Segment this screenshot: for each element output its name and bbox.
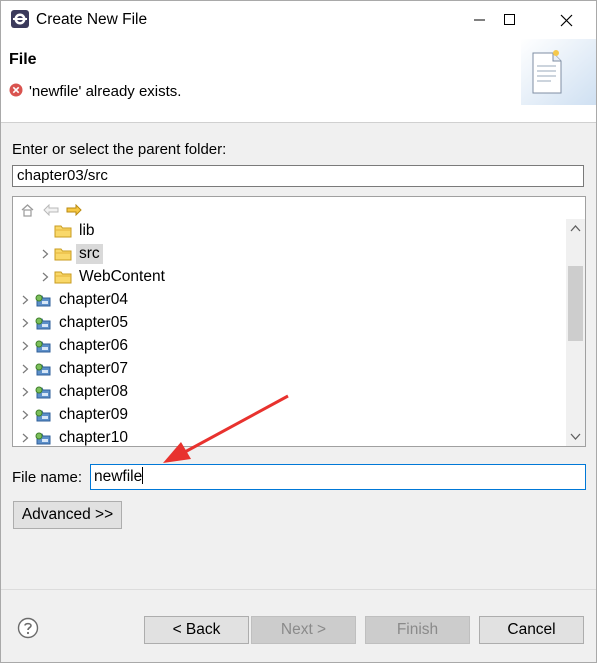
project-icon bbox=[34, 315, 52, 331]
close-icon bbox=[560, 14, 572, 26]
error-icon bbox=[9, 83, 23, 97]
next-button[interactable]: Next > bbox=[251, 616, 356, 644]
new-file-wizard-icon bbox=[521, 39, 596, 105]
maximize-button[interactable] bbox=[487, 1, 533, 39]
tree-item-chapter06[interactable]: chapter06 bbox=[20, 334, 131, 357]
tree-item-chapter07[interactable]: chapter07 bbox=[20, 357, 131, 380]
tree-item-label: chapter09 bbox=[59, 405, 128, 423]
chevron-right-icon[interactable] bbox=[40, 272, 50, 282]
project-icon bbox=[34, 361, 52, 377]
home-icon bbox=[21, 203, 34, 217]
tree-item-chapter09[interactable]: chapter09 bbox=[20, 403, 131, 426]
eclipse-app-icon bbox=[11, 10, 29, 28]
tree-item-label: chapter07 bbox=[59, 359, 128, 377]
create-new-file-dialog: Create New File File 'newfile' already e… bbox=[0, 0, 597, 663]
tree-item-label: chapter05 bbox=[59, 313, 128, 331]
finish-button[interactable]: Finish bbox=[365, 616, 470, 644]
error-message: 'newfile' already exists. bbox=[29, 83, 182, 100]
text-caret bbox=[142, 467, 144, 484]
tree-item-label: chapter04 bbox=[59, 290, 128, 308]
back-nav-button[interactable] bbox=[42, 202, 59, 219]
file-name-value: newfile bbox=[94, 468, 143, 485]
project-icon bbox=[34, 384, 52, 400]
tree-scrollbar[interactable] bbox=[566, 219, 585, 446]
file-name-input[interactable]: newfile bbox=[90, 464, 586, 490]
scroll-up-button[interactable] bbox=[566, 219, 585, 237]
chevron-right-icon[interactable] bbox=[20, 318, 30, 328]
folder-icon bbox=[54, 269, 72, 285]
forward-nav-button[interactable] bbox=[65, 202, 82, 219]
back-button[interactable]: < Back bbox=[144, 616, 249, 644]
cancel-button[interactable]: Cancel bbox=[479, 616, 584, 644]
chevron-right-icon[interactable] bbox=[20, 295, 30, 305]
chevron-right-icon[interactable] bbox=[20, 387, 30, 397]
chevron-right-icon[interactable] bbox=[20, 364, 30, 374]
chevron-down-icon bbox=[570, 433, 581, 440]
parent-folder-input[interactable]: chapter03/src bbox=[12, 165, 584, 187]
home-button[interactable] bbox=[19, 202, 36, 219]
scroll-thumb[interactable] bbox=[568, 266, 583, 341]
tree-item-label: WebContent bbox=[79, 267, 165, 285]
chevron-right-icon[interactable] bbox=[20, 433, 30, 443]
tree-item-label: lib bbox=[79, 221, 95, 239]
project-icon bbox=[34, 407, 52, 423]
help-icon[interactable] bbox=[17, 617, 39, 639]
advanced-button[interactable]: Advanced >> bbox=[13, 501, 122, 529]
scroll-down-button[interactable] bbox=[566, 428, 585, 446]
dialog-banner: File 'newfile' already exists. bbox=[1, 39, 596, 123]
tree-item-label: src bbox=[76, 243, 103, 264]
folder-icon bbox=[54, 246, 72, 262]
folder-icon bbox=[54, 223, 72, 239]
tree-item-chapter08[interactable]: chapter08 bbox=[20, 380, 131, 403]
chevron-up-icon bbox=[570, 225, 581, 232]
title-bar: Create New File bbox=[1, 1, 596, 39]
chevron-right-icon[interactable] bbox=[20, 341, 30, 351]
folder-tree[interactable]: lib src WebContent chapter04 chapter05 chapte… bbox=[12, 196, 586, 447]
tree-item-chapter05[interactable]: chapter05 bbox=[20, 311, 131, 334]
window-title: Create New File bbox=[36, 11, 148, 28]
tree-item-chapter10[interactable]: chapter10 bbox=[20, 426, 131, 446]
chevron-right-icon[interactable] bbox=[20, 410, 30, 420]
tree-item-src[interactable]: src bbox=[40, 242, 103, 265]
banner-title: File bbox=[9, 51, 37, 68]
back-arrow-icon bbox=[42, 204, 58, 216]
tree-item-label: chapter06 bbox=[59, 336, 128, 354]
forward-arrow-icon bbox=[66, 204, 82, 216]
close-button[interactable] bbox=[543, 1, 589, 39]
chevron-right-icon[interactable] bbox=[40, 249, 50, 259]
tree-item-chapter04[interactable]: chapter04 bbox=[20, 288, 131, 311]
project-icon bbox=[34, 338, 52, 354]
tree-item-label: chapter08 bbox=[59, 382, 128, 400]
minimize-icon bbox=[474, 19, 485, 21]
maximize-icon bbox=[504, 14, 515, 25]
tree-item-label: chapter10 bbox=[59, 428, 128, 446]
tree-toolbar bbox=[19, 200, 82, 220]
footer-separator bbox=[1, 589, 596, 590]
tree-item-lib[interactable]: lib bbox=[40, 219, 98, 242]
project-icon bbox=[34, 430, 52, 446]
tree-item-webcontent[interactable]: WebContent bbox=[40, 265, 168, 288]
project-icon bbox=[34, 292, 52, 308]
file-name-label: File name: bbox=[12, 469, 83, 486]
parent-folder-label: Enter or select the parent folder: bbox=[12, 141, 227, 158]
